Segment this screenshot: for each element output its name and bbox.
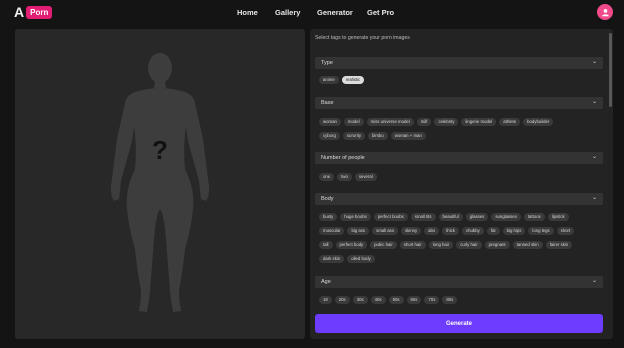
scrollbar-thumb[interactable] [609,33,612,107]
tag-pregnant[interactable]: pregnant [484,241,510,249]
tag-huge-boobs[interactable]: huge boobs [340,213,371,221]
tag-row: one two several [319,173,377,181]
tag-tanned-skin[interactable]: tanned skin [512,241,543,249]
section-header-base[interactable]: Base ⌄ [315,97,603,109]
tag-perfect-boobs[interactable]: perfect boobs [373,213,408,221]
tag-row: tall perfect body pubic hair short hair … [319,241,573,249]
unknown-person-mark: ? [152,135,168,165]
section-title: Number of people [321,155,365,161]
tag-row: muscular big ass small ass skinny abs th… [319,227,575,235]
tag-chubby[interactable]: chubby [461,227,484,235]
nav-generator[interactable]: Generator [317,8,353,17]
tag-several[interactable]: several [354,173,377,181]
chevron-down-icon: ⌄ [591,99,597,105]
nav-get-pro[interactable]: Get Pro [367,8,394,17]
tag-beautiful[interactable]: beautiful [438,213,463,221]
tag-tall[interactable]: tall [319,241,333,249]
tag-woman-plus-man[interactable]: woman + man [390,132,426,140]
tag-tattoos[interactable]: tattoos [523,213,545,221]
tag-abs[interactable]: abs [424,227,440,235]
tag-age-30s[interactable]: 30s [352,296,368,304]
tag-athlete[interactable]: athlete [499,118,521,126]
tag-two[interactable]: two [337,173,352,181]
tag-small-ass[interactable]: small ass [372,227,398,235]
tag-anime[interactable]: anime [319,76,339,84]
tag-realistic[interactable]: realistic [341,76,365,84]
tag-curly-hair[interactable]: curly hair [456,241,482,249]
section-title: Type [321,60,333,66]
tag-oiled-body[interactable]: oiled body [347,255,375,263]
tag-model[interactable]: model [343,118,364,126]
tag-lingerie-model[interactable]: lingerie model [461,118,497,126]
tag-one[interactable]: one [319,173,335,181]
generate-button[interactable]: Generate [315,314,603,333]
tag-sunglasses[interactable]: sunglasses [491,213,521,221]
tag-perfect-body[interactable]: perfect body [335,241,368,249]
tag-small-tits[interactable]: small tits [410,213,436,221]
tag-short-hair[interactable]: short hair [399,241,426,249]
tag-row: woman model miss universe model milf cel… [319,118,554,126]
tag-bimbo[interactable]: bimbo [368,132,388,140]
site-logo[interactable]: A Porn [14,4,53,20]
tag-glasses[interactable]: glasses [465,213,489,221]
tag-age-20s[interactable]: 20s [334,296,350,304]
tag-row: anime realistic [319,76,365,84]
section-header-body[interactable]: Body ⌄ [315,193,603,205]
tag-miss-universe-model[interactable]: miss universe model [366,118,414,126]
tag-bodybuilder[interactable]: bodybuilder [523,118,554,126]
panel-intro: Select tags to generate your porn images [315,35,410,41]
top-navigation-bar: A Porn Home Gallery Generator Get Pro [0,0,624,26]
tag-lipstick[interactable]: lipstick [547,213,569,221]
image-preview-area: ? [15,29,305,339]
tag-celebrity[interactable]: celebrity [434,118,459,126]
tag-cyborg[interactable]: cyborg [319,132,340,140]
chevron-down-icon: ⌄ [591,278,597,284]
logo-badge: Porn [26,5,53,19]
tag-big-ass[interactable]: big ass [347,227,370,235]
tag-row: busty huge boobs perfect boobs small tit… [319,213,569,221]
logo-letter: A [14,4,25,20]
tag-sorority[interactable]: sorority [342,132,365,140]
tag-muscular[interactable]: muscular [319,227,345,235]
tag-pubic-hair[interactable]: pubic hair [370,241,397,249]
tag-selection-panel: Select tags to generate your porn images… [310,29,613,339]
tag-woman[interactable]: woman [319,118,341,126]
tag-age-50s[interactable]: 50s [388,296,404,304]
tag-age-60s[interactable]: 60s [406,296,422,304]
profile-button[interactable] [597,4,613,20]
tag-long-legs[interactable]: long legs [528,227,554,235]
tag-age-18[interactable]: 18 [319,296,332,304]
tag-short[interactable]: short [556,227,575,235]
section-title: Body [321,196,334,202]
tag-age-70s[interactable]: 70s [424,296,440,304]
tag-row: dark skin oiled body [319,255,375,263]
nav-home[interactable]: Home [237,8,258,17]
tag-age-40s[interactable]: 40s [370,296,386,304]
tag-dark-skin[interactable]: dark skin [319,255,345,263]
tag-fairer-skin[interactable]: fairer skin [545,241,573,249]
section-title: Age [321,279,331,285]
tag-long-hair[interactable]: long hair [428,241,454,249]
section-header-age[interactable]: Age ⌄ [315,276,603,288]
body-silhouette-icon [110,53,210,312]
tag-skinny[interactable]: skinny [400,227,422,235]
tag-fat[interactable]: fat [486,227,500,235]
section-header-number-of-people[interactable]: Number of people ⌄ [315,152,603,164]
tag-age-80s[interactable]: 80s [442,296,458,304]
tag-thick[interactable]: thick [442,227,459,235]
section-title: Base [321,100,334,106]
nav-gallery[interactable]: Gallery [275,8,300,17]
tag-row: cyborg sorority bimbo woman + man [319,132,426,140]
tag-big-hips[interactable]: big hips [502,227,526,235]
chevron-down-icon: ⌄ [591,195,597,201]
chevron-down-icon: ⌄ [591,59,597,65]
user-icon [601,8,609,16]
section-header-type[interactable]: Type ⌄ [315,57,603,69]
tag-busty[interactable]: busty [319,213,338,221]
chevron-down-icon: ⌄ [591,154,597,160]
tag-milf[interactable]: milf [416,118,432,126]
tag-row: 18 20s 30s 40s 50s 60s 70s 80s [319,296,458,304]
